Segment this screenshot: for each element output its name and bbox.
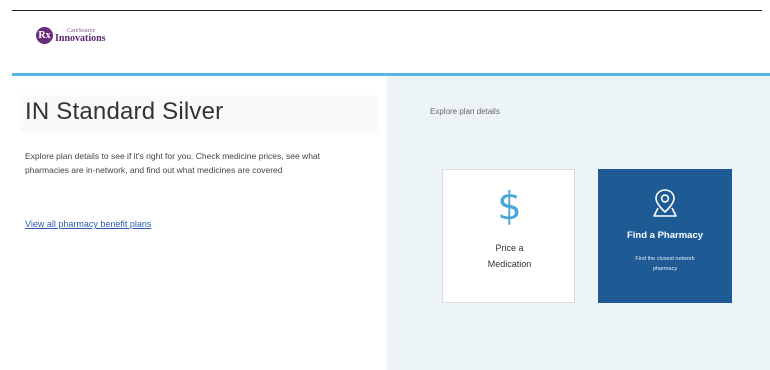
- map-pin-icon: [653, 189, 677, 217]
- header: [0, 11, 770, 73]
- find-pharmacy-subtitle: Find the closest network pharmacy: [635, 256, 695, 272]
- price-medication-label: Price a Medication: [487, 243, 532, 269]
- logo-text: CareSource Innovations: [55, 28, 106, 44]
- explore-heading: Explore plan details: [430, 107, 500, 116]
- logo[interactable]: Rx CareSource Innovations: [36, 27, 106, 44]
- find-pharmacy-title: Find a Pharmacy: [626, 230, 704, 241]
- plan-description: Explore plan details to see if it's righ…: [25, 151, 321, 175]
- logo-brand-text: Innovations: [55, 32, 106, 44]
- page-title: IN Standard Silver: [25, 98, 224, 125]
- view-all-plans-link[interactable]: View all pharmacy benefit plans: [25, 219, 151, 229]
- dollar-icon: $: [497, 184, 522, 228]
- logo-mark: Rx: [36, 27, 53, 44]
- find-pharmacy-card[interactable]: Find a Pharmacy Find the closest network…: [598, 169, 732, 303]
- price-medication-card[interactable]: $ Price a Medication: [442, 169, 575, 303]
